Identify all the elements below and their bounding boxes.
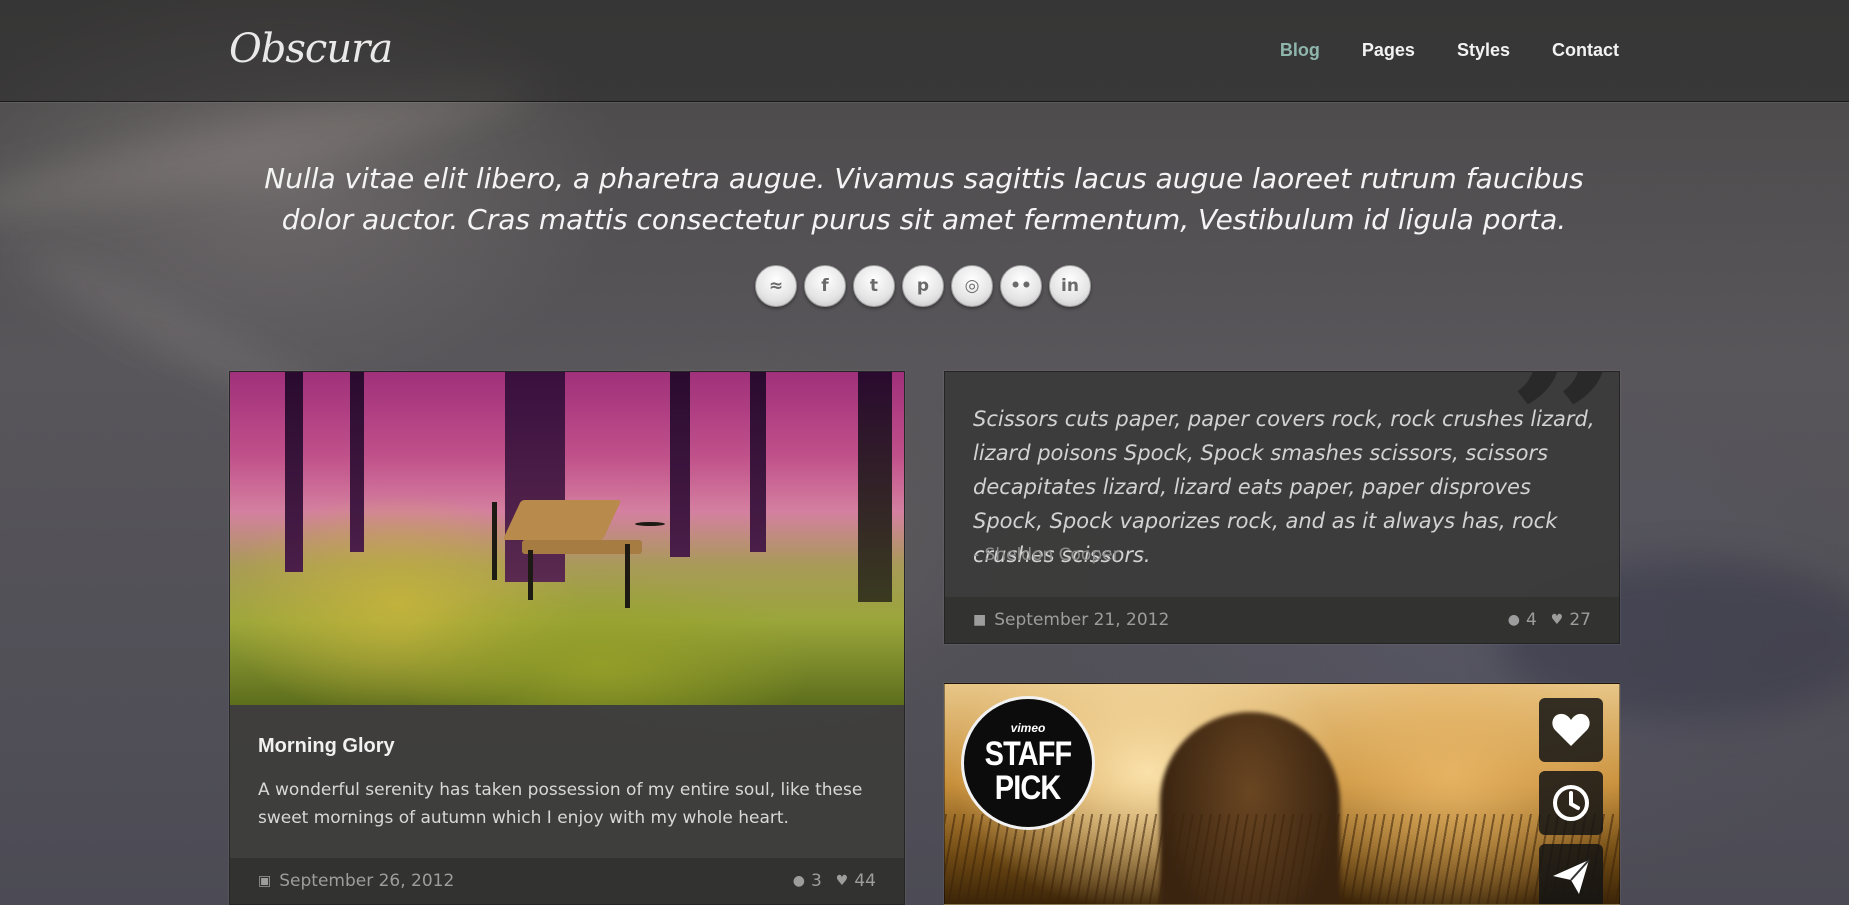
comments-value: 3 xyxy=(810,871,822,891)
comment-icon: ■ xyxy=(973,612,987,628)
likes-value: 44 xyxy=(854,871,876,891)
image-icon: ▣ xyxy=(258,873,272,889)
bench-leg xyxy=(625,544,630,608)
like-button[interactable] xyxy=(1539,698,1603,762)
comments-count[interactable]: ● 3 xyxy=(793,871,822,891)
tree-shape xyxy=(670,372,690,557)
social-links: ≈ f t p ◎ •• in xyxy=(755,265,1091,307)
post-image-park-bench[interactable] xyxy=(230,372,904,705)
post-meta: ▣ September 26, 2012 ● 3 ♥ 44 xyxy=(230,858,904,904)
vimeo-staff-pick-badge: vimeo STAFF PICK xyxy=(961,696,1095,830)
video-action-buttons xyxy=(1539,698,1603,904)
bench-leg xyxy=(492,502,497,580)
site-logo[interactable]: Obscura xyxy=(229,26,393,72)
likes-count[interactable]: ♥ 44 xyxy=(836,871,876,891)
flickr-icon[interactable]: •• xyxy=(1000,265,1042,307)
clock-icon xyxy=(1553,785,1589,821)
likes-count[interactable]: ♥ 27 xyxy=(1551,610,1591,630)
post-meta-left: ■ September 21, 2012 xyxy=(973,610,1169,630)
badge-vimeo-label: vimeo xyxy=(1010,721,1046,735)
tree-shape xyxy=(858,372,892,602)
bench-leg xyxy=(528,550,533,600)
watch-later-button[interactable] xyxy=(1539,771,1603,835)
quote-author: - Sheldon Cooper xyxy=(973,545,1120,565)
comment-icon: ● xyxy=(792,873,805,889)
nav-item-blog[interactable]: Blog xyxy=(1280,40,1320,61)
heart-icon xyxy=(1552,713,1590,746)
facebook-icon[interactable]: f xyxy=(804,265,846,307)
tagline: Nulla vitae elit libero, a pharetra augu… xyxy=(264,162,1584,236)
main-nav: Blog Pages Styles Contact xyxy=(1280,40,1619,61)
post-meta-right: ● 3 ♥ 44 xyxy=(793,871,876,891)
share-button[interactable] xyxy=(1539,844,1603,904)
dribbble-icon[interactable]: ◎ xyxy=(951,265,993,307)
tree-shape xyxy=(350,372,364,552)
badge-line-2: PICK xyxy=(995,769,1062,807)
tree-shape xyxy=(750,372,766,552)
post-date[interactable]: September 21, 2012 xyxy=(994,610,1169,630)
bench-back xyxy=(502,500,622,540)
post-meta: ■ September 21, 2012 ● 4 ♥ 27 xyxy=(945,597,1619,643)
badge-line-1: STAFF xyxy=(984,735,1073,773)
post-card-morning-glory: Morning Glory A wonderful serenity has t… xyxy=(229,371,905,905)
heart-icon: ♥ xyxy=(835,873,849,889)
post-body: Morning Glory A wonderful serenity has t… xyxy=(230,705,904,858)
comments-value: 4 xyxy=(1525,610,1537,630)
likes-value: 27 xyxy=(1569,610,1591,630)
linkedin-icon[interactable]: in xyxy=(1049,265,1091,307)
twitter-icon[interactable]: t xyxy=(853,265,895,307)
post-title[interactable]: Morning Glory xyxy=(258,735,876,758)
post-card-video[interactable]: vimeo STAFF PICK xyxy=(944,683,1620,905)
rss-icon[interactable]: ≈ xyxy=(755,265,797,307)
comments-count[interactable]: ● 4 xyxy=(1508,610,1537,630)
post-card-quote: ” Scissors cuts paper, paper covers rock… xyxy=(944,371,1620,644)
post-excerpt: A wonderful serenity has taken possessio… xyxy=(258,780,863,828)
pinterest-icon[interactable]: p xyxy=(902,265,944,307)
heart-icon: ♥ xyxy=(1550,612,1564,628)
paper-plane-icon xyxy=(1553,859,1590,894)
comment-icon: ● xyxy=(1507,612,1520,628)
nav-item-contact[interactable]: Contact xyxy=(1552,40,1619,61)
bench-armrest xyxy=(635,522,665,526)
nav-item-pages[interactable]: Pages xyxy=(1362,40,1415,61)
site-header: Obscura Blog Pages Styles Contact xyxy=(0,0,1849,102)
nav-item-styles[interactable]: Styles xyxy=(1457,40,1510,61)
post-meta-left: ▣ September 26, 2012 xyxy=(258,871,454,891)
bench-seat xyxy=(522,540,642,554)
post-meta-right: ● 4 ♥ 27 xyxy=(1508,610,1591,630)
post-date[interactable]: September 26, 2012 xyxy=(279,871,454,891)
tree-shape xyxy=(285,372,303,572)
